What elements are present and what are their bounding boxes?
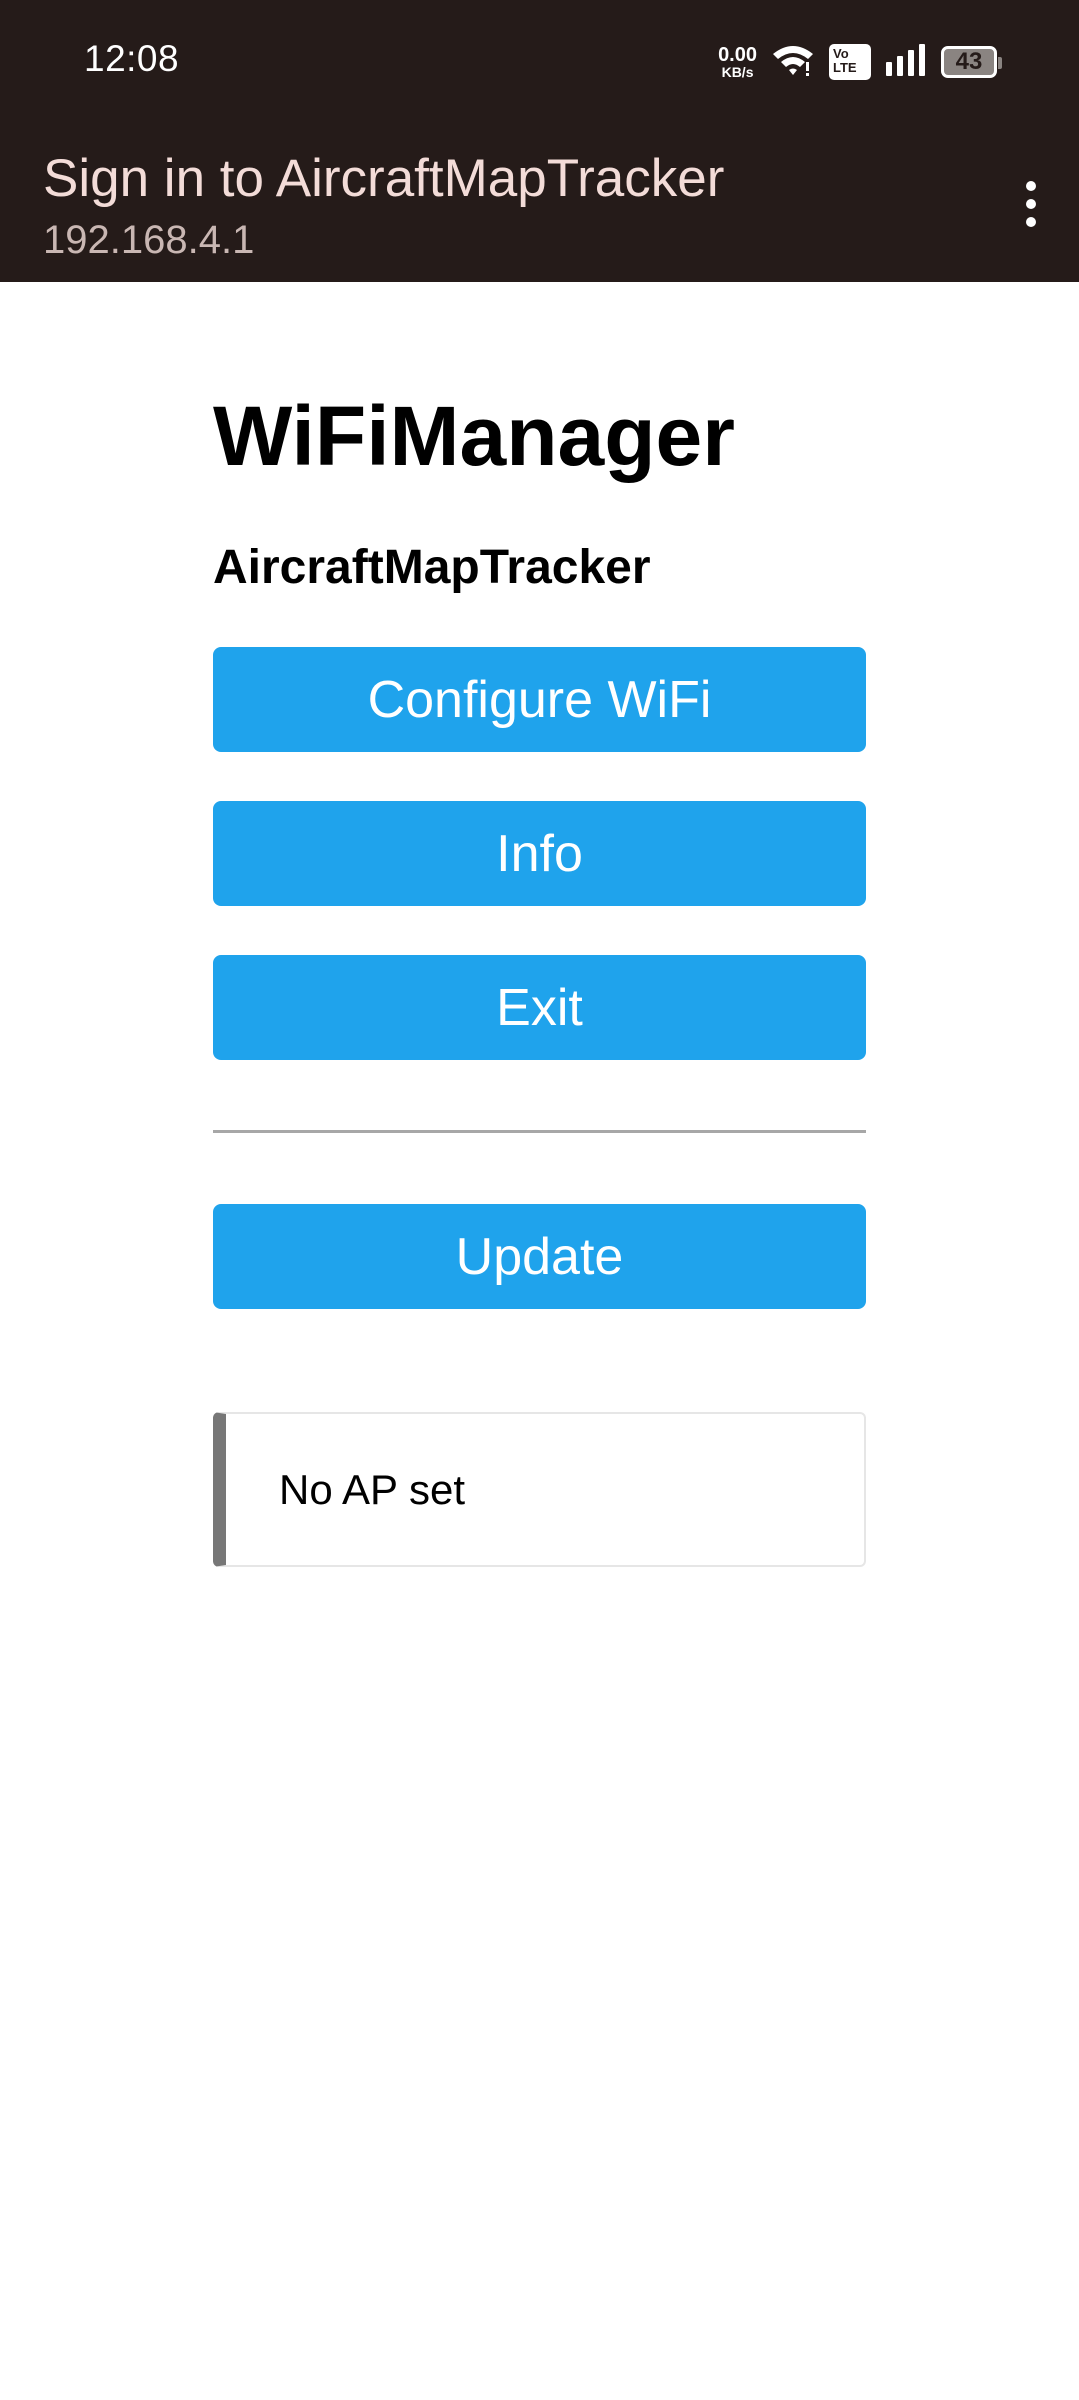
app-bar: Sign in to AircraftMapTracker 192.168.4.… (0, 126, 1079, 282)
signal-icon (885, 43, 927, 81)
more-vert-icon[interactable] (999, 164, 1063, 244)
page-title: WiFiManager (213, 389, 735, 483)
menu-dot (1026, 199, 1036, 209)
update-button[interactable]: Update (213, 1204, 866, 1309)
status-time: 12:08 (84, 38, 180, 79)
device-name: AircraftMapTracker (213, 541, 651, 594)
volte-top-label: Vo (833, 46, 849, 61)
menu-dot (1026, 181, 1036, 191)
status-bar: 12:08 0.00 KB/s Vo LTE 43 (0, 0, 1079, 126)
network-speed-value: 0.00 (718, 44, 757, 66)
exit-button[interactable]: Exit (213, 955, 866, 1060)
info-button[interactable]: Info (213, 801, 866, 906)
status-message-text: No AP set (279, 1465, 466, 1513)
volte-icon: Vo LTE (829, 44, 871, 80)
network-speed-unit: KB/s (721, 64, 754, 80)
app-bar-title: Sign in to AircraftMapTracker (43, 149, 725, 208)
network-speed: 0.00 KB/s (718, 45, 757, 79)
volte-bottom-label: LTE (833, 60, 857, 75)
battery-icon: 43 (941, 46, 1002, 78)
status-message: No AP set (213, 1412, 866, 1567)
configure-wifi-button[interactable]: Configure WiFi (213, 647, 866, 752)
app-bar-url: 192.168.4.1 (43, 218, 255, 262)
menu-dot (1026, 217, 1036, 227)
divider (213, 1130, 866, 1133)
status-icons: 0.00 KB/s Vo LTE 43 (718, 40, 1002, 84)
wifi-icon (771, 42, 815, 83)
battery-level: 43 (955, 48, 983, 75)
